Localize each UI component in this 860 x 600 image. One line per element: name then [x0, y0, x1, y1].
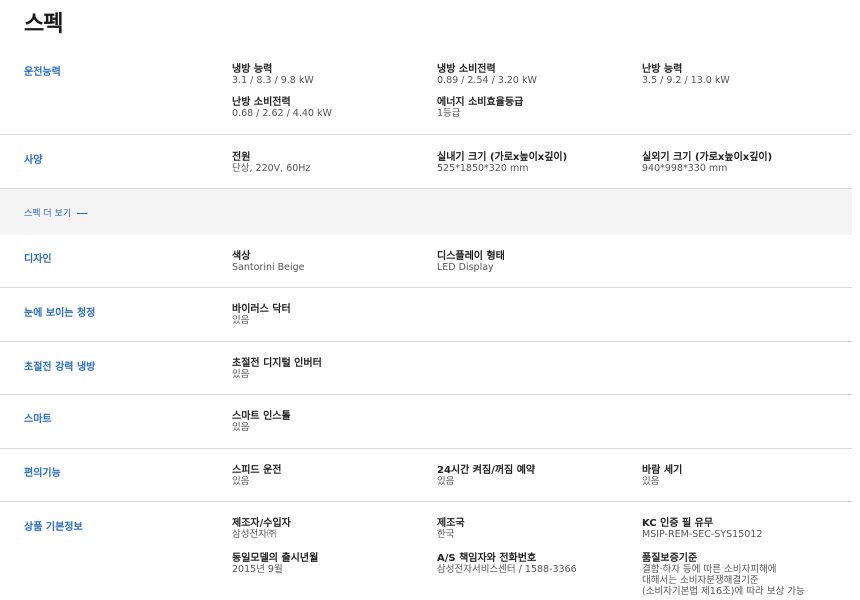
spec-row-visible-clean: 눈에 보이는 청정 바이러스 닥터 있음	[0, 288, 852, 342]
spec-virus-doctor: 바이러스 닥터 있음	[232, 304, 291, 326]
spec-kc: KC 인증 필 유무 MSIP-REM-SEC-SYS15012	[642, 518, 762, 540]
category-label: 눈에 보이는 청정	[24, 308, 96, 319]
spec-value: 있음	[232, 422, 250, 433]
spec-label: 냉방 능력	[232, 64, 273, 75]
spec-label: 실외기 크기 (가로x높이x깊이)	[642, 152, 773, 163]
spec-value: 삼성전자㈜	[232, 529, 277, 540]
spec-label: 제조국	[437, 518, 465, 529]
category-label: 초절전 강력 냉방	[24, 362, 96, 373]
spec-value: 2015년 9월	[232, 564, 283, 575]
spec-value: 단상, 220V, 60Hz	[232, 163, 311, 174]
spec-value-line: 결함·하자 등에 따른 소비자피해에	[642, 564, 777, 575]
spec-heating-power: 난방 소비전력 0.68 / 2.62 / 4.40 kW	[232, 97, 332, 119]
spec-row-convenience: 편의기능 스피드 운전 있음 24시간 켜짐/꺼짐 예약 있음 바람 세기 있음	[0, 449, 852, 502]
spec-label: 난방 소비전력	[232, 97, 291, 108]
spec-row-design: 디자인 색상 Santorini Beige 디스플레이 형태 LED Disp…	[0, 235, 852, 288]
spec-energy-grade: 에너지 소비효율등급 1등급	[437, 97, 523, 119]
spec-page: 스펙 운전능력 냉방 능력 3.1 / 8.3 / 9.8 kW 냉방 소비전력…	[0, 0, 860, 600]
spec-label: 색상	[232, 251, 251, 262]
spec-row-power-cooling: 초절전 강력 냉방 초절전 디지털 인버터 있음	[0, 342, 852, 395]
spec-wind-strength: 바람 세기 있음	[642, 465, 682, 487]
spec-label: 난방 능력	[642, 64, 683, 75]
spec-value: 525*1850*320 mm	[437, 163, 529, 174]
spec-label: 냉방 소비전력	[437, 64, 496, 75]
spec-color: 색상 Santorini Beige	[232, 251, 305, 273]
spec-value: 1등급	[437, 108, 461, 119]
spec-row-smart: 스마트 스마트 인스톨 있음	[0, 395, 852, 449]
spec-heating-capacity: 난방 능력 3.5 / 9.2 / 13.0 kW	[642, 64, 730, 86]
spec-label: A/S 책임자와 전화번호	[437, 553, 537, 564]
category-label: 디자인	[24, 254, 52, 265]
spec-country: 제조국 한국	[437, 518, 465, 540]
spec-smart-install: 스마트 인스톨 있음	[232, 411, 291, 433]
spec-value: 940*998*330 mm	[642, 163, 728, 174]
collapse-icon	[77, 213, 88, 214]
spec-power: 전원 단상, 220V, 60Hz	[232, 152, 310, 174]
spec-more-toggle[interactable]: 스펙 더 보기	[0, 189, 852, 235]
spec-more-label[interactable]: 스펙 더 보기	[24, 206, 88, 219]
spec-value-line: (소비자기본법 제16조)에 따라 보상 가능	[642, 586, 805, 597]
spec-value: Santorini Beige	[232, 262, 305, 273]
spec-as-contact: A/S 책임자와 전화번호 삼성전자서비스센터 / 1588-3366	[437, 553, 577, 575]
spec-label: 품질보증기준	[642, 553, 698, 564]
category-label: 스마트	[24, 414, 52, 425]
spec-label: 에너지 소비효율등급	[437, 97, 524, 108]
spec-timer: 24시간 켜짐/꺼짐 예약 있음	[437, 465, 535, 487]
category-label: 운전능력	[24, 67, 61, 78]
spec-quality: 품질보증기준 결함·하자 등에 따른 소비자피해에 대해서는 소비자분쟁해결기준…	[642, 553, 805, 597]
spec-value: MSIP-REM-SEC-SYS15012	[642, 529, 763, 540]
spec-label: KC 인증 필 유무	[642, 518, 714, 529]
spec-label: 스마트 인스톨	[232, 411, 291, 422]
spec-value: 3.5 / 9.2 / 13.0 kW	[642, 75, 730, 86]
spec-value: 0.68 / 2.62 / 4.40 kW	[232, 108, 332, 119]
category-label: 상품 기본정보	[24, 522, 83, 533]
spec-label: 초절전 디지털 인버터	[232, 358, 322, 369]
spec-value: 있음	[437, 476, 455, 487]
spec-row-spec: 사양 전원 단상, 220V, 60Hz 실내기 크기 (가로x높이x깊이) 5…	[0, 135, 852, 189]
spec-display: 디스플레이 형태 LED Display	[437, 251, 505, 273]
spec-label: 실내기 크기 (가로x높이x깊이)	[437, 152, 568, 163]
spec-cooling-capacity: 냉방 능력 3.1 / 8.3 / 9.8 kW	[232, 64, 314, 86]
spec-digital-inverter: 초절전 디지털 인버터 있음	[232, 358, 322, 380]
spec-label: 스피드 운전	[232, 465, 282, 476]
spec-value: 있음	[642, 476, 660, 487]
spec-label: 제조자/수입자	[232, 518, 291, 529]
spec-value: 있음	[232, 369, 250, 380]
category-label: 편의기능	[24, 468, 61, 479]
spec-label: 24시간 켜짐/꺼짐 예약	[437, 465, 536, 476]
spec-row-performance: 운전능력 냉방 능력 3.1 / 8.3 / 9.8 kW 냉방 소비전력 0.…	[0, 48, 852, 135]
spec-value: 있음	[232, 315, 250, 326]
category-label: 사양	[24, 155, 43, 166]
spec-value-line: 대해서는 소비자분쟁해결기준	[642, 575, 759, 586]
spec-value: 한국	[437, 529, 455, 540]
spec-label: 전원	[232, 152, 251, 163]
spec-label: 동일모델의 출시년월	[232, 553, 319, 564]
spec-value: 3.1 / 8.3 / 9.8 kW	[232, 75, 314, 86]
spec-label: 바이러스 닥터	[232, 304, 291, 315]
spec-label: 바람 세기	[642, 465, 683, 476]
page-title: 스펙	[24, 12, 63, 37]
spec-value: 삼성전자서비스센터 / 1588-3366	[437, 564, 577, 575]
spec-label: 디스플레이 형태	[437, 251, 505, 262]
spec-value: 0.89 / 2.54 / 3.20 kW	[437, 75, 537, 86]
spec-outdoor-size: 실외기 크기 (가로x높이x깊이) 940*998*330 mm	[642, 152, 772, 174]
spec-value: LED Display	[437, 262, 494, 273]
spec-value: 있음	[232, 476, 250, 487]
spec-manufacturer: 제조자/수입자 삼성전자㈜	[232, 518, 291, 540]
spec-speed-run: 스피드 운전 있음	[232, 465, 281, 487]
spec-release: 동일모델의 출시년월 2015년 9월	[232, 553, 318, 575]
spec-row-basic-info: 상품 기본정보 제조자/수입자 삼성전자㈜ 제조국 한국 KC 인증 필 유무 …	[0, 502, 852, 600]
spec-cooling-power: 냉방 소비전력 0.89 / 2.54 / 3.20 kW	[437, 64, 537, 86]
spec-indoor-size: 실내기 크기 (가로x높이x깊이) 525*1850*320 mm	[437, 152, 567, 174]
